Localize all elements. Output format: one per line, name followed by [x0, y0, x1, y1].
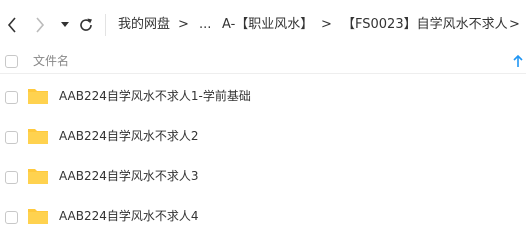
refresh-button[interactable] [76, 13, 96, 37]
breadcrumb-level1[interactable]: A-【职业风水】 [222, 16, 313, 34]
row-checkbox[interactable] [5, 91, 18, 104]
file-row[interactable]: AAB224自学风水不求人4 [0, 198, 526, 238]
forward-arrow-icon [36, 17, 45, 33]
sort-ascending-icon [513, 54, 523, 67]
file-name[interactable]: AAB224自学风水不求人2 [59, 127, 199, 145]
file-row[interactable]: AAB224自学风水不求人1-学前基础 [0, 78, 526, 118]
navigation-toolbar: 我的网盘 > ... A-【职业风水】 > 【FS0023】自学风水不求人 > [0, 0, 526, 50]
select-all-checkbox[interactable] [5, 55, 18, 68]
breadcrumb-ellipsis[interactable]: ... [199, 16, 211, 34]
sort-button[interactable] [512, 53, 524, 69]
column-header-filename[interactable]: 文件名 [33, 53, 69, 69]
folder-icon [28, 89, 48, 104]
folder-icon [28, 169, 48, 184]
file-list-header: 文件名 [0, 50, 526, 74]
folder-icon [28, 209, 48, 224]
back-button[interactable] [4, 13, 20, 37]
toolbar-divider [105, 14, 106, 36]
dropdown-caret-icon [61, 22, 69, 27]
breadcrumb-separator: > [178, 17, 189, 32]
file-name[interactable]: AAB224自学风水不求人3 [59, 167, 199, 185]
row-checkbox[interactable] [5, 211, 18, 224]
folder-icon [28, 129, 48, 144]
breadcrumb-current[interactable]: 【FS0023】自学风水不求人 [342, 16, 508, 34]
row-checkbox[interactable] [5, 131, 18, 144]
breadcrumb-separator: > [321, 17, 332, 32]
back-arrow-icon [7, 17, 16, 33]
file-row[interactable]: AAB224自学风水不求人3 [0, 158, 526, 198]
row-checkbox[interactable] [5, 171, 18, 184]
breadcrumb-separator: > [509, 17, 520, 32]
history-dropdown-button[interactable] [58, 13, 72, 37]
file-row[interactable]: AAB224自学风水不求人2 [0, 118, 526, 158]
breadcrumb-root[interactable]: 我的网盘 [118, 16, 170, 34]
forward-button[interactable] [32, 13, 48, 37]
file-name[interactable]: AAB224自学风水不求人1-学前基础 [59, 87, 251, 105]
refresh-icon [80, 18, 92, 31]
file-name[interactable]: AAB224自学风水不求人4 [59, 207, 199, 225]
